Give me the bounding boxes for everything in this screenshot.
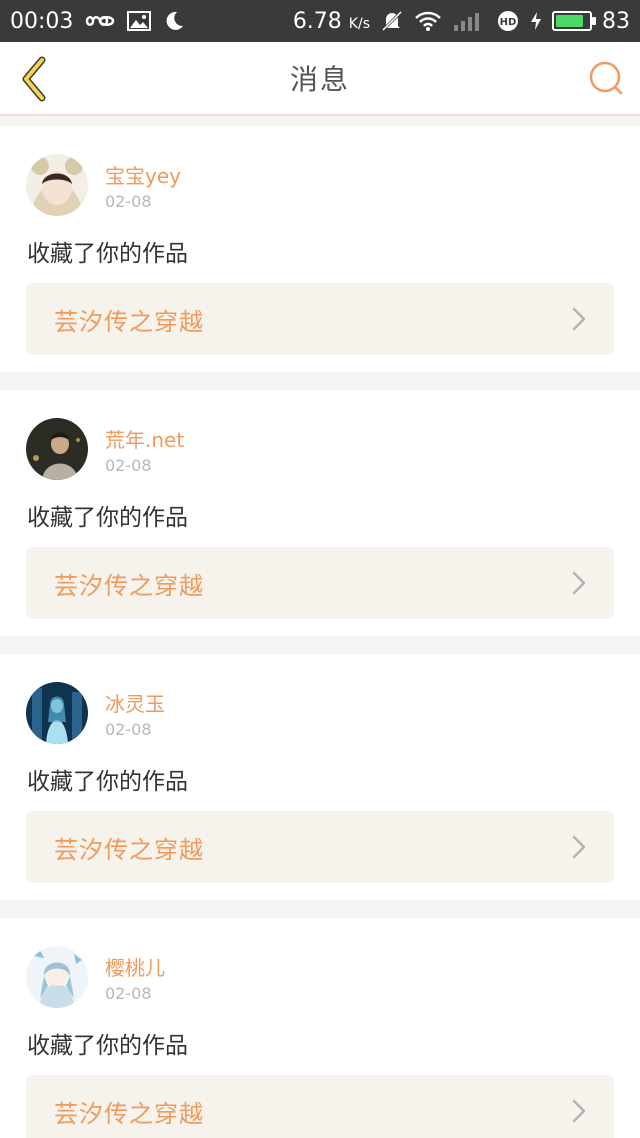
message-date: 02-08: [105, 984, 152, 1003]
message-card: 冰灵玉 02-08 收藏了你的作品 芸汐传之穿越: [0, 654, 640, 900]
message-list: 宝宝yey 02-08 收藏了你的作品 芸汐传之穿越 荒年.net 02-08 …: [0, 126, 640, 1138]
infinity-icon: [85, 13, 115, 29]
avatar[interactable]: [26, 418, 88, 480]
search-button[interactable]: [586, 58, 626, 98]
moon-icon: [163, 10, 185, 32]
network-speed-value: 6.78: [292, 8, 342, 34]
work-title: 芸汐传之穿越: [54, 571, 204, 600]
username[interactable]: 宝宝yey: [105, 160, 181, 189]
page-title: 消息: [289, 63, 350, 96]
battery-fill: [556, 15, 583, 27]
hd-icon: HD: [496, 9, 520, 33]
message-card: 宝宝yey 02-08 收藏了你的作品 芸汐传之穿越: [0, 126, 640, 372]
message-date: 02-08: [105, 720, 152, 739]
chevron-left-icon: [22, 56, 46, 102]
avatar[interactable]: [26, 682, 88, 744]
status-bar: 00:03 6.78 K/s HD 83: [0, 0, 640, 42]
chevron-right-icon: [572, 571, 586, 595]
message-action: 收藏了你的作品: [27, 1033, 188, 1059]
message-action: 收藏了你的作品: [27, 505, 188, 531]
username[interactable]: 荒年.net: [105, 424, 184, 453]
username[interactable]: 冰灵玉: [105, 688, 165, 717]
status-time: 00:03: [10, 8, 74, 34]
work-link[interactable]: 芸汐传之穿越: [26, 283, 614, 355]
wifi-icon: [414, 10, 442, 32]
message-card: 樱桃儿 02-08 收藏了你的作品 芸汐传之穿越: [0, 918, 640, 1138]
work-link[interactable]: 芸汐传之穿越: [26, 811, 614, 883]
message-action: 收藏了你的作品: [27, 241, 188, 267]
message-action: 收藏了你的作品: [27, 769, 188, 795]
network-speed-unit: K/s: [348, 15, 370, 32]
work-title: 芸汐传之穿越: [54, 835, 204, 864]
svg-text:HD: HD: [500, 17, 517, 28]
back-button[interactable]: [14, 54, 54, 104]
chevron-right-icon: [572, 1099, 586, 1123]
signal-icon: [452, 10, 486, 32]
search-icon: [589, 61, 623, 95]
username[interactable]: 樱桃儿: [105, 952, 165, 981]
avatar[interactable]: [26, 946, 88, 1008]
charging-icon: [530, 11, 542, 31]
network-speed: 6.78 K/s: [293, 9, 370, 34]
message-date: 02-08: [105, 192, 152, 211]
message-date: 02-08: [105, 456, 152, 475]
mute-icon: [380, 9, 404, 33]
chevron-right-icon: [572, 835, 586, 859]
battery-level: 83: [602, 8, 630, 34]
message-card: 荒年.net 02-08 收藏了你的作品 芸汐传之穿越: [0, 390, 640, 636]
chevron-right-icon: [572, 307, 586, 331]
app-header: 消息: [0, 42, 640, 116]
avatar[interactable]: [26, 154, 88, 216]
work-title: 芸汐传之穿越: [54, 1099, 204, 1128]
work-link[interactable]: 芸汐传之穿越: [26, 547, 614, 619]
work-title: 芸汐传之穿越: [54, 307, 204, 336]
work-link[interactable]: 芸汐传之穿越: [26, 1075, 614, 1138]
image-icon: [127, 11, 152, 31]
battery-icon: [552, 11, 596, 31]
